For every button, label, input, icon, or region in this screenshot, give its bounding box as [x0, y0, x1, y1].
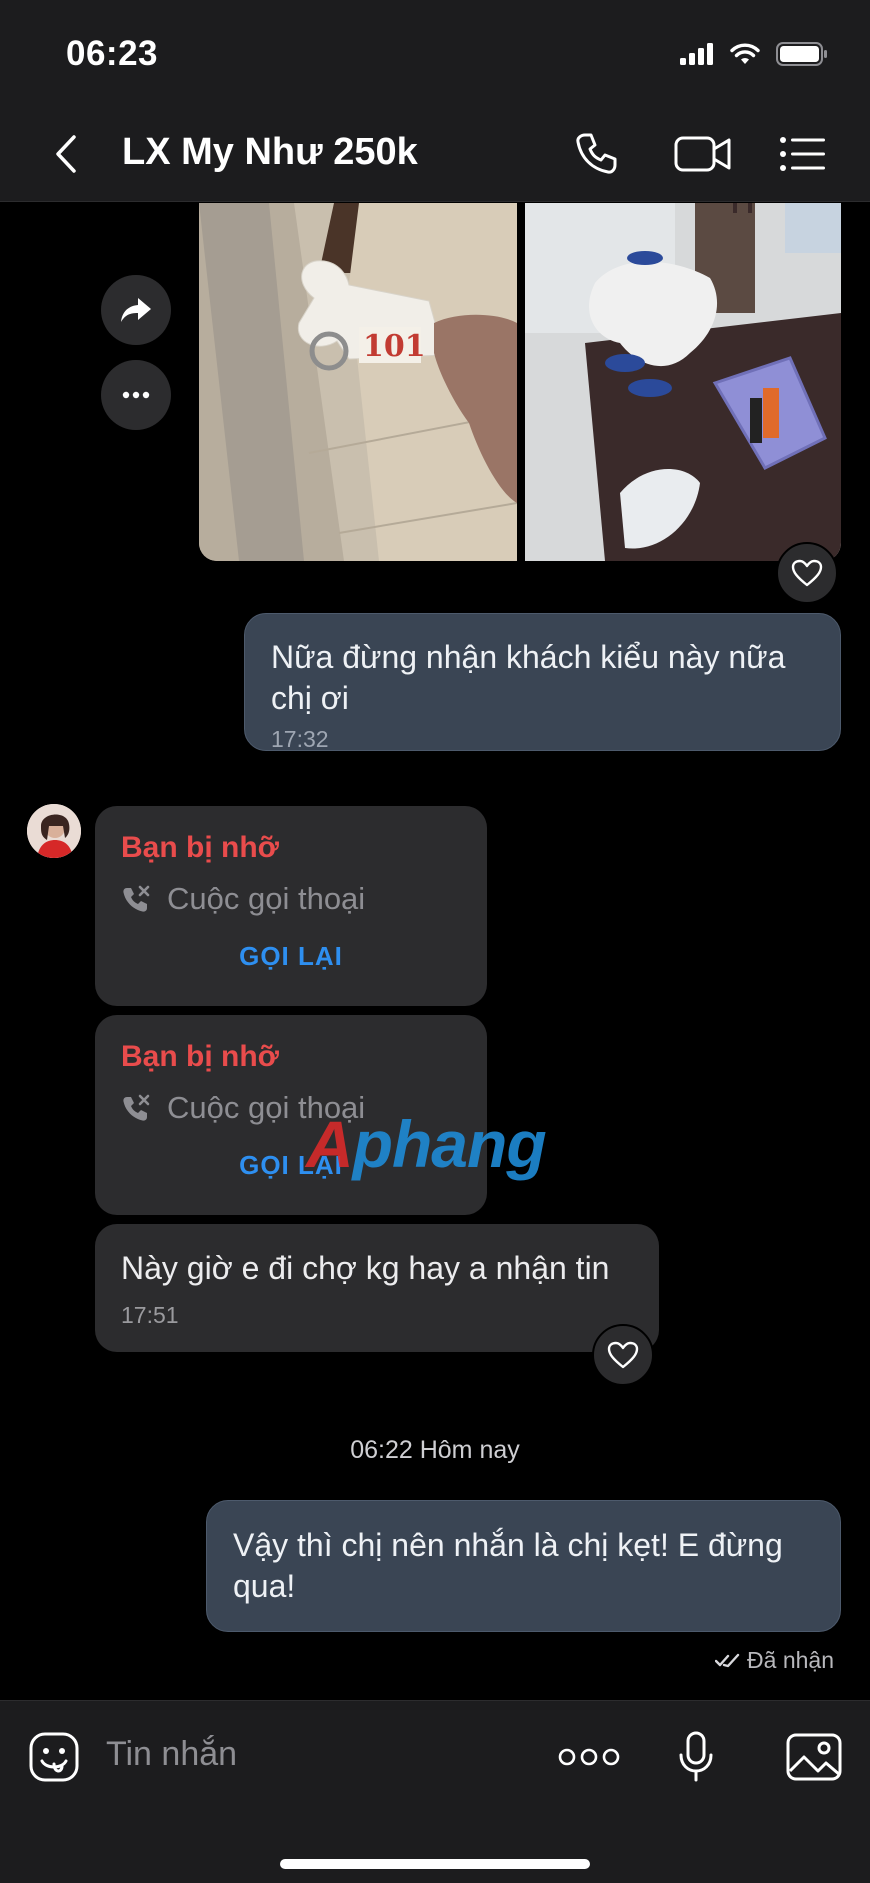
missed-call-icon [123, 1094, 150, 1121]
voice-call-button[interactable] [566, 126, 626, 182]
status-icons [680, 42, 828, 66]
battery-icon [776, 42, 827, 66]
double-check-icon [715, 1653, 740, 1667]
home-indicator [280, 1859, 590, 1869]
voice-record-button[interactable] [668, 1729, 724, 1785]
forward-button[interactable] [101, 275, 171, 345]
heart-icon [791, 559, 823, 587]
message-text: Này giờ e đi chợ kg hay a nhận tin [121, 1250, 610, 1286]
chat-area[interactable]: 101 Nữa đừng nhận khách kiểu này nữa chị… [0, 203, 870, 1699]
missed-call-title: Bạn bị nhỡ [121, 831, 279, 864]
room-interior-photo[interactable] [525, 203, 841, 561]
message-bubble-outgoing[interactable]: Nữa đừng nhận khách kiểu này nữa chị ơi … [244, 613, 841, 752]
delivery-status-text: Đã nhận [747, 1647, 834, 1673]
message-time: 17:32 [271, 726, 329, 752]
message-text: Vậy thì chị nên nhắn là chị kẹt! E đừng … [233, 1527, 783, 1604]
conversation-title: LX My Như 250k [122, 131, 418, 173]
missed-call-icon [123, 885, 150, 912]
photo-gallery-button[interactable] [784, 1729, 844, 1785]
react-heart-button[interactable] [592, 1324, 654, 1386]
message-input-bar: Tin nhắn [0, 1700, 870, 1883]
call-type-label: Cuộc gọi thoại [167, 881, 366, 916]
back-button[interactable] [36, 126, 96, 182]
missed-call-title: Bạn bị nhỡ [121, 1040, 279, 1073]
conversation-menu-button[interactable] [772, 126, 834, 182]
chevron-left-icon [56, 135, 76, 173]
call-back-button[interactable]: GỌI LẠI [121, 936, 461, 977]
ellipsis-icon [558, 1748, 620, 1766]
sticker-button[interactable] [26, 1729, 82, 1785]
top-bar: 06:23 LX My Như 250k [0, 0, 870, 202]
message-bubble-outgoing[interactable]: Vậy thì chị nên nhắn là chị kẹt! E đừng … [206, 1500, 841, 1632]
list-icon [780, 137, 825, 171]
image-icon [786, 1733, 842, 1781]
message-bubble-incoming[interactable]: Này giờ e đi chợ kg hay a nhận tin 17:51 [95, 1224, 659, 1352]
more-options-button[interactable] [101, 360, 171, 430]
cellular-signal-icon [680, 43, 713, 65]
phone-icon [576, 133, 617, 174]
status-time: 06:23 [66, 34, 159, 73]
watermark-logo: Aphang [306, 1107, 547, 1181]
emoji-sticker-icon [29, 1732, 79, 1782]
wifi-icon [730, 43, 760, 64]
avatar[interactable] [27, 804, 81, 858]
more-actions-button[interactable] [556, 1729, 622, 1785]
react-heart-button[interactable] [776, 542, 838, 604]
svg-text:101: 101 [363, 329, 426, 364]
message-time: 17:51 [121, 1302, 179, 1328]
message-input[interactable]: Tin nhắn [106, 1735, 237, 1774]
ellipsis-icon [122, 391, 150, 399]
missed-call-row: Cuộc gọi thoại [121, 880, 461, 918]
date-separator: 06:22 Hôm nay [350, 1436, 520, 1464]
heart-icon [607, 1341, 639, 1369]
message-text: Nữa đừng nhận khách kiểu này nữa chị ơi [271, 639, 786, 716]
video-call-button[interactable] [668, 126, 738, 182]
delivery-status: Đã nhận [715, 1647, 834, 1674]
missed-call-card: Bạn bị nhỡ Cuộc gọi thoại GỌI LẠI [95, 806, 487, 1006]
share-arrow-icon [121, 298, 151, 322]
video-camera-icon [674, 136, 731, 172]
room-key-photo[interactable]: 101 [199, 203, 517, 561]
microphone-icon [679, 1731, 713, 1782]
